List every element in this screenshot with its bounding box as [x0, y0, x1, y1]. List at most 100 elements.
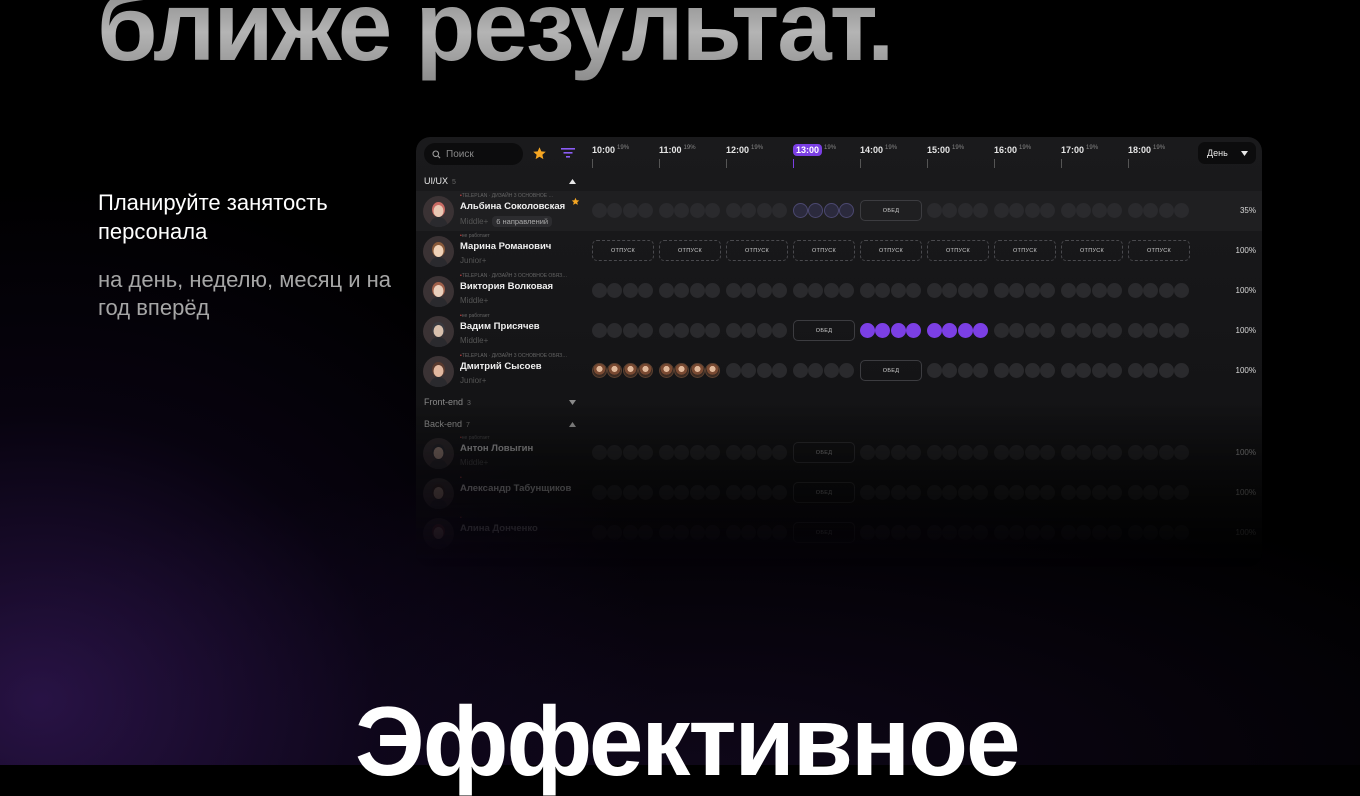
time-slot[interactable] [972, 323, 988, 338]
time-slot[interactable] [704, 445, 720, 460]
search-input[interactable]: Поиск [424, 143, 523, 165]
time-slot[interactable] [957, 445, 973, 460]
time-slot[interactable] [994, 283, 1009, 298]
lunch-block[interactable]: ОБЕД [860, 360, 922, 381]
time-slot[interactable] [1091, 203, 1107, 218]
time-slot[interactable] [704, 363, 720, 378]
time-slot[interactable] [875, 485, 891, 500]
time-slot[interactable] [726, 323, 741, 338]
time-slot[interactable] [704, 283, 720, 298]
time-slot[interactable] [771, 525, 787, 540]
time-slot[interactable] [1173, 525, 1189, 540]
time-slot[interactable] [637, 203, 653, 218]
time-slot[interactable] [808, 203, 824, 218]
time-slot[interactable] [942, 445, 958, 460]
time-slot[interactable] [726, 283, 741, 298]
time-slot[interactable] [994, 485, 1009, 500]
time-slot[interactable] [637, 363, 653, 378]
time-slot[interactable] [1009, 203, 1025, 218]
time-slot[interactable] [622, 485, 638, 500]
time-slot[interactable] [838, 203, 854, 218]
time-slot[interactable] [808, 363, 824, 378]
time-slot[interactable] [860, 283, 875, 298]
vacation-block[interactable]: ОТПУСК [726, 240, 788, 261]
time-slot[interactable] [1061, 445, 1076, 460]
time-slot[interactable] [1143, 363, 1159, 378]
time-slot[interactable] [1173, 363, 1189, 378]
time-slot[interactable] [1106, 445, 1122, 460]
time-slot[interactable] [771, 363, 787, 378]
time-slot[interactable] [994, 363, 1009, 378]
employee-row[interactable]: •TELEPLAN · ДИЗАЙН 3 ОСНОВНОЕ ОБЯЗ… Викто… [416, 271, 1262, 311]
time-slot[interactable] [607, 525, 623, 540]
avatar[interactable] [423, 438, 454, 469]
time-slot[interactable] [875, 445, 891, 460]
time-slot[interactable] [637, 283, 653, 298]
time-slot[interactable] [674, 363, 690, 378]
time-slot[interactable] [1143, 283, 1159, 298]
time-slot[interactable] [890, 445, 906, 460]
time-slot[interactable] [1061, 283, 1076, 298]
time-slot[interactable] [1106, 283, 1122, 298]
time-slot[interactable] [1158, 525, 1174, 540]
favorites-star-icon[interactable] [532, 146, 547, 161]
time-slot[interactable] [942, 323, 958, 338]
time-slot[interactable] [704, 323, 720, 338]
time-slot[interactable] [1061, 323, 1076, 338]
time-slot[interactable] [793, 203, 808, 218]
time-slot[interactable] [957, 323, 973, 338]
time-slot[interactable] [1158, 203, 1174, 218]
time-slot[interactable] [1128, 363, 1143, 378]
time-slot[interactable] [689, 485, 705, 500]
time-slot[interactable] [622, 525, 638, 540]
time-slot[interactable] [674, 323, 690, 338]
vacation-block[interactable]: ОТПУСК [592, 240, 654, 261]
time-slot[interactable] [756, 283, 772, 298]
time-slot[interactable] [1106, 363, 1122, 378]
vacation-block[interactable]: ОТПУСК [793, 240, 855, 261]
time-slot[interactable] [1143, 525, 1159, 540]
time-slot[interactable] [905, 323, 921, 338]
time-slot[interactable] [994, 323, 1009, 338]
time-slot[interactable] [927, 445, 942, 460]
time-slot[interactable] [957, 485, 973, 500]
time-slot[interactable] [756, 445, 772, 460]
time-slot[interactable] [704, 525, 720, 540]
time-slot[interactable] [1061, 485, 1076, 500]
time-slot[interactable] [1158, 445, 1174, 460]
time-slot[interactable] [1061, 363, 1076, 378]
time-slot[interactable] [637, 323, 653, 338]
group-header-backend[interactable]: Back-end 7 [424, 419, 576, 429]
time-slot[interactable] [972, 363, 988, 378]
time-slot[interactable] [1024, 323, 1040, 338]
time-slot[interactable] [823, 283, 839, 298]
avatar[interactable] [423, 478, 454, 509]
time-slot[interactable] [942, 525, 958, 540]
time-slot[interactable] [1106, 525, 1122, 540]
time-slot[interactable] [659, 485, 674, 500]
time-slot[interactable] [1091, 525, 1107, 540]
timeline-hour[interactable]: 17:00 19% [1061, 145, 1098, 168]
time-slot[interactable] [905, 283, 921, 298]
time-slot[interactable] [927, 525, 942, 540]
avatar[interactable] [423, 276, 454, 307]
time-slot[interactable] [1076, 363, 1092, 378]
time-slot[interactable] [1143, 203, 1159, 218]
time-slot[interactable] [972, 203, 988, 218]
time-slot[interactable] [1039, 203, 1055, 218]
time-slot[interactable] [674, 485, 690, 500]
time-slot[interactable] [726, 203, 741, 218]
time-slot[interactable] [890, 323, 906, 338]
time-slot[interactable] [741, 203, 757, 218]
timeline-hour[interactable]: 16:00 19% [994, 145, 1031, 168]
lunch-block[interactable]: ОБЕД [860, 200, 922, 221]
time-slot[interactable] [607, 485, 623, 500]
group-header-uiux[interactable]: UI/UX 5 [424, 176, 576, 186]
time-slot[interactable] [1009, 283, 1025, 298]
employee-name[interactable]: Дмитрий Сысоев [460, 361, 542, 372]
time-slot[interactable] [942, 485, 958, 500]
employee-name[interactable]: Виктория Волковая [460, 281, 553, 292]
time-slot[interactable] [637, 485, 653, 500]
time-slot[interactable] [1143, 485, 1159, 500]
time-slot[interactable] [674, 445, 690, 460]
